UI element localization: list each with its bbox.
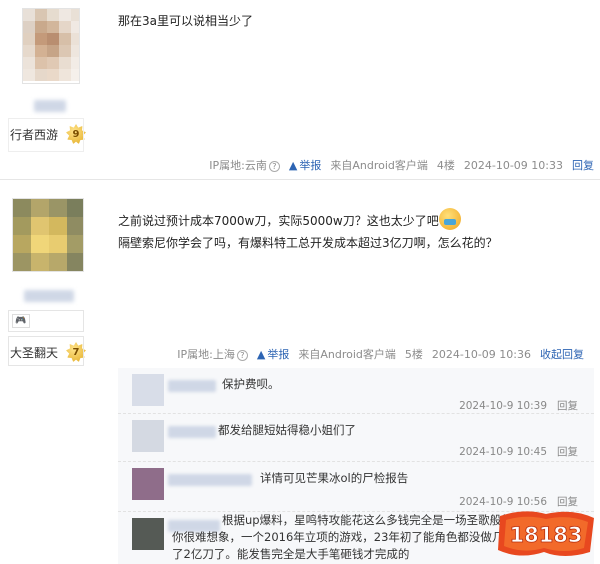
sub-reply-text: 保护费呗。 — [222, 377, 280, 391]
reply-link[interactable]: 回复 — [572, 157, 594, 173]
report-label: 举报 — [267, 348, 290, 361]
sub-reply-time: 2024-10-9 10:45 — [459, 446, 547, 458]
author-name[interactable] — [34, 100, 66, 112]
list-item: 保护费呗。 2024-10-9 10:39 回复 — [118, 368, 594, 414]
ip-location: IP属地:云南? — [209, 157, 280, 173]
list-item: 都发给腿短姑得稳小姐们了 2024-10-9 10:45 回复 — [118, 414, 594, 462]
content-line: 之前说过预计成本7000w刀，实际5000w刀？这也太少了吧 — [118, 208, 498, 232]
sub-reply-time: 2024-10-9 10:39 — [459, 400, 547, 412]
sub-reply-text: 都发给腿短姑得稳小姐们了 — [218, 423, 356, 437]
content-line-text: 之前说过预计成本7000w刀，实际5000w刀？这也太少了吧 — [118, 214, 439, 228]
avatar[interactable] — [12, 198, 84, 272]
watermark-logo: 18183 — [498, 511, 594, 556]
list-item: 详情可见芒果冰ol的尸检报告 2024-10-9 10:56 回复 — [118, 462, 594, 512]
report-link[interactable]: ▲ 举报 — [289, 157, 321, 173]
ip-text: IP属地:云南 — [209, 159, 267, 172]
post-content: 之前说过预计成本7000w刀，实际5000w刀？这也太少了吧 隔壁索尼你学会了吗… — [118, 208, 498, 254]
sub-reply-line: 你很难想象，一个2016年立项的游戏，23年初了能角色都没做几 — [172, 530, 504, 544]
badge-divider — [8, 118, 84, 152]
watermark-logo-shape: 18183 — [498, 511, 594, 556]
content-line: 隔壁索尼你学会了吗，有爆料特工总开发成本超过3亿刀啊，怎么花的？ — [118, 236, 498, 250]
avatar[interactable] — [132, 420, 164, 452]
help-icon[interactable]: ? — [268, 161, 280, 172]
collapse-replies-link[interactable]: 收起回复 — [540, 346, 584, 362]
post-tail: IP属地:上海? ▲ 举报 来自Android客户端 5楼 2024-10-09 … — [177, 346, 584, 362]
sub-reply-line: 了2亿刀了。能发售完全是大手笔砸钱才完成的 — [172, 547, 410, 561]
help-icon[interactable]: ? — [236, 350, 248, 361]
avatar[interactable] — [22, 8, 80, 84]
avatar[interactable] — [132, 374, 164, 406]
report-link[interactable]: ▲ 举报 — [257, 346, 289, 362]
warning-icon: ▲ — [256, 347, 266, 361]
sub-reply-text-cont: 你很难想象，一个2016年立项的游戏，23年初了能角色都没做几 了2亿刀了。能发… — [172, 529, 503, 563]
sub-author-name[interactable] — [168, 380, 216, 392]
author-name[interactable] — [24, 290, 74, 302]
sub-author-name[interactable] — [168, 474, 252, 486]
source: 来自Android客户端 — [298, 348, 396, 361]
sub-author-name[interactable] — [168, 426, 216, 438]
sub-reply-link[interactable]: 回复 — [557, 400, 578, 412]
floor-number: 5楼 — [404, 348, 423, 361]
content-line: 那在3a里可以说相当少了 — [118, 14, 253, 28]
ip-text: IP属地:上海 — [177, 348, 235, 361]
post-content: 那在3a里可以说相当少了 — [118, 10, 253, 32]
warning-icon: ▲ — [288, 158, 298, 172]
badge-box — [8, 310, 84, 332]
sub-reply-link[interactable]: 回复 — [557, 446, 578, 458]
post-floor-4: 行者西游 9 那在3a里可以说相当少了 IP属地:云南? ▲ 举报 来自Andro… — [0, 0, 600, 180]
avatar[interactable] — [132, 468, 164, 500]
sub-reply-meta: 2024-10-9 10:45 回复 — [459, 444, 578, 459]
report-label: 举报 — [299, 159, 322, 172]
floor-number: 4楼 — [436, 159, 455, 172]
post-time: 2024-10-09 10:33 — [463, 158, 563, 172]
sub-reply-text: 详情可见芒果冰ol的尸检报告 — [260, 471, 409, 485]
source: 来自Android客户端 — [330, 159, 428, 172]
post-time: 2024-10-09 10:36 — [431, 347, 531, 361]
ip-location: IP属地:上海? — [177, 346, 248, 362]
sub-reply-meta: 2024-10-9 10:39 回复 — [459, 398, 578, 413]
watermark-text: 18183 — [509, 523, 582, 547]
badge-divider — [8, 336, 84, 366]
post-tail: IP属地:云南? ▲ 举报 来自Android客户端 4楼 2024-10-09 … — [209, 157, 594, 173]
avatar[interactable] — [132, 518, 164, 550]
sick-face-emoji-icon — [438, 208, 461, 230]
